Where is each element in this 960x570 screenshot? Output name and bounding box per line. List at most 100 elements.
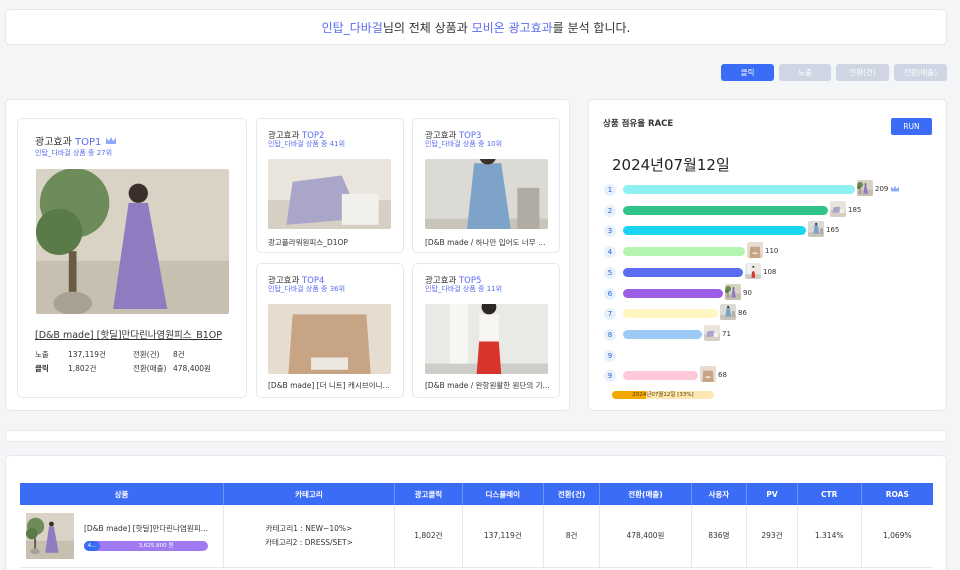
table-header-row: 상품 카테고리 광고클릭 디스플레이 전환(건) 전환(매출) 사용자 PV C… xyxy=(20,483,933,505)
filter-conversion-count-button[interactable]: 전환(건) xyxy=(836,64,889,81)
race-rank: 9 xyxy=(604,370,616,383)
race-rank: 4 xyxy=(604,246,616,259)
top2-product-name[interactable]: 광고플라워원피스_D1OP xyxy=(268,237,393,248)
top4-product-image[interactable] xyxy=(268,304,391,374)
top1-title: 광고효과 TOP1 xyxy=(35,133,117,149)
top1-product-image[interactable] xyxy=(36,169,229,314)
cell-category: 카테고리1 : NEW~10%> 카테고리2 : DRESS/SET> xyxy=(223,505,395,568)
race-title: 상품 점유율 RACE xyxy=(603,119,674,129)
race-rank: 7 xyxy=(604,308,616,321)
col-ctr[interactable]: CTR xyxy=(797,483,862,505)
row-product-thumbnail[interactable] xyxy=(26,513,74,559)
col-clicks[interactable]: 광고클릭 xyxy=(394,483,463,505)
race-bar xyxy=(623,329,702,339)
race-bar xyxy=(623,226,806,236)
top1-card[interactable]: 광고효과 TOP1 인탑_다바걸 상품 중 27위 [D&B made] [핫딜… xyxy=(17,118,247,398)
race-value: 110 xyxy=(765,247,779,256)
top2-card[interactable]: 광고효과 TOP2 인탑_다바걸 상품 중 41위 광고플라워원피스_D1OP xyxy=(256,118,404,253)
product-table: 상품 카테고리 광고클릭 디스플레이 전환(건) 전환(매출) 사용자 PV C… xyxy=(20,483,933,568)
col-sales[interactable]: 전환(매출) xyxy=(599,483,692,505)
top1-subtitle: 인탑_다바걸 상품 중 27위 xyxy=(35,149,113,157)
race-progress-bar[interactable]: 2024년07월12일 [33%] xyxy=(612,391,714,399)
divider-panel xyxy=(5,430,947,442)
clicks-value: 1,802건 xyxy=(68,364,97,373)
race-bar xyxy=(623,267,743,277)
col-roas[interactable]: ROAS xyxy=(861,483,933,505)
race-value: 209 xyxy=(875,185,889,193)
top2-subtitle: 인탑_다바걸 상품 중 41위 xyxy=(268,140,346,148)
table-row[interactable]: [D&B made] [핫딜]만다린나염원피스... 4... 3,625,80… xyxy=(20,505,933,568)
race-value: 185 xyxy=(848,205,862,214)
col-product[interactable]: 상품 xyxy=(20,483,224,505)
top5-subtitle: 인탑_다바걸 상품 중 11위 xyxy=(425,285,503,293)
filter-conversion-sales-button[interactable]: 전환(매출) xyxy=(894,64,947,81)
race-product-thumbnail xyxy=(857,180,873,196)
platform-name: 모비온 광고효과 xyxy=(471,21,553,35)
conv-count-label: 전환(건) xyxy=(133,350,160,359)
race-rank: 9 xyxy=(604,349,616,362)
race-bar xyxy=(623,371,698,381)
race-rank: 1 xyxy=(604,184,616,196)
impressions-value: 137,119건 xyxy=(68,350,106,359)
race-bar xyxy=(623,247,745,257)
row-sales-bar: 4... 3,625,800 원 xyxy=(84,541,208,551)
race-value: 165 xyxy=(826,226,840,235)
crown-icon xyxy=(105,136,117,149)
top4-subtitle: 인탑_다바걸 상품 중 36위 xyxy=(268,285,346,293)
race-bar xyxy=(623,205,828,215)
col-display[interactable]: 디스플레이 xyxy=(462,483,544,505)
race-product-thumbnail xyxy=(808,221,824,237)
col-conversion[interactable]: 전환(건) xyxy=(543,483,601,505)
shop-name: 인탑_다바걸 xyxy=(321,21,383,35)
category-2: 카테고리2 : DRESS/SET> xyxy=(265,538,353,548)
filter-click-button[interactable]: 클릭 xyxy=(721,64,774,81)
banner-text-end: 를 분석 합니다. xyxy=(552,21,631,35)
category-1: 카테고리1 : NEW~10%> xyxy=(265,524,353,534)
clicks-label: 클릭 xyxy=(35,364,49,373)
cell-ctr: 1.314% xyxy=(797,505,862,568)
race-product-thumbnail xyxy=(704,325,720,341)
conv-sales-value: 478,400원 xyxy=(173,364,211,373)
row-product-name[interactable]: [D&B made] [핫딜]만다린나염원피스... xyxy=(84,523,214,534)
col-category[interactable]: 카테고리 xyxy=(223,483,395,505)
col-users[interactable]: 사용자 xyxy=(691,483,748,505)
col-pv[interactable]: PV xyxy=(746,483,798,505)
race-product-thumbnail xyxy=(725,284,741,300)
top3-card[interactable]: 광고효과 TOP3 인탑_다바걸 상품 중 10위 [D&B made / 하나… xyxy=(412,118,560,253)
race-value: 68 xyxy=(718,371,727,380)
top5-product-name[interactable]: [D&B made / 완항원활한 원단의 기... xyxy=(425,380,550,391)
row-sales-bar-value: 3,625,800 원 xyxy=(138,543,174,549)
cell-clicks: 1,802건 xyxy=(394,505,463,568)
top1-product-name[interactable]: [D&B made] [핫딜]만다린나염원피스_B1OP xyxy=(35,327,235,341)
crown-icon xyxy=(890,185,900,196)
race-rank: 3 xyxy=(604,225,616,238)
top4-product-name[interactable]: [D&B made] [더 니트] 캐시브이니트... xyxy=(268,380,393,391)
race-date: 2024년07월12일 xyxy=(612,156,730,174)
top-products-panel: 광고효과 TOP1 인탑_다바걸 상품 중 27위 [D&B made] [핫딜… xyxy=(5,99,570,411)
race-product-thumbnail xyxy=(830,201,846,217)
top2-product-image[interactable] xyxy=(268,159,391,229)
race-bar xyxy=(623,185,855,194)
conv-sales-label: 전환(매출) xyxy=(133,364,167,373)
race-progress-label: 2024년07월12일 [33%] xyxy=(632,392,694,398)
impressions-label: 노출 xyxy=(35,350,49,359)
race-bar xyxy=(623,309,718,319)
conv-count-value: 8건 xyxy=(173,350,185,359)
top1-rank: TOP1 xyxy=(74,137,102,148)
race-product-thumbnail xyxy=(720,304,736,320)
top3-product-name[interactable]: [D&B made / 하나만 입어도 너무 예... xyxy=(425,237,550,248)
banner-text-mid: 님의 전체 상품과 xyxy=(382,21,472,35)
cell-conversion: 8건 xyxy=(543,505,601,568)
top5-card[interactable]: 광고효과 TOP5 인탑_다바걸 상품 중 11위 [D&B made / 완항… xyxy=(412,263,560,398)
top3-subtitle: 인탑_다바걸 상품 중 10위 xyxy=(425,140,503,148)
cell-product[interactable]: [D&B made] [핫딜]만다린나염원피스... 4... 3,625,80… xyxy=(20,505,224,568)
race-rank: 5 xyxy=(604,266,616,279)
top3-product-image[interactable] xyxy=(425,159,548,229)
cell-roas: 1,069% xyxy=(861,505,933,568)
filter-impression-button[interactable]: 노출 xyxy=(779,64,831,81)
header-banner: 인탑_다바걸님의 전체 상품과 모비온 광고효과를 분석 합니다. xyxy=(5,9,947,45)
top4-card[interactable]: 광고효과 TOP4 인탑_다바걸 상품 중 36위 [D&B made] [더 … xyxy=(256,263,404,398)
run-button[interactable]: RUN xyxy=(891,118,932,135)
top5-product-image[interactable] xyxy=(425,304,548,374)
race-rank: 2 xyxy=(604,204,616,217)
